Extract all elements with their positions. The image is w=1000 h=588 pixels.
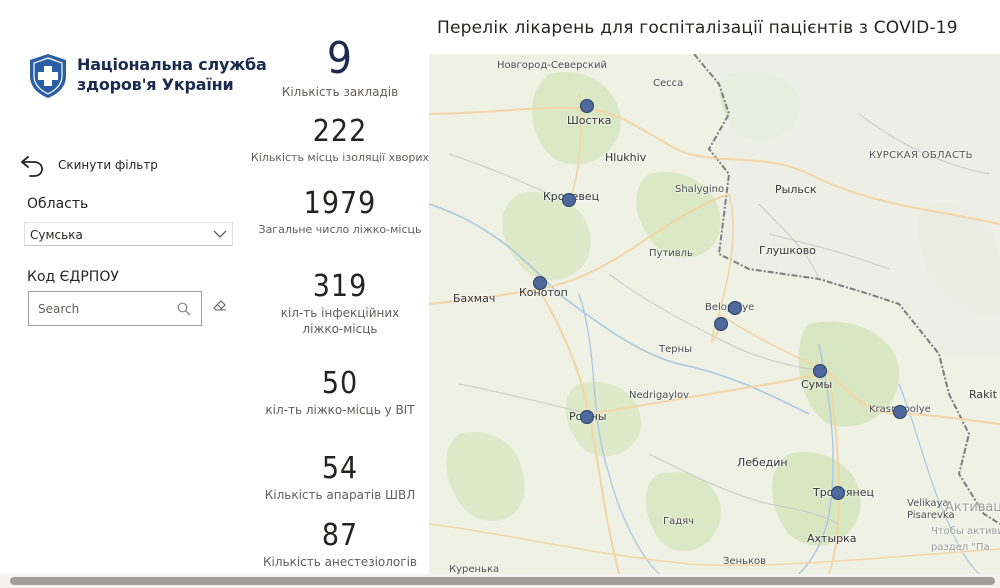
windows-activation-line-2: раздел "Па — [931, 542, 990, 553]
map-label: Путивль — [649, 248, 693, 259]
windows-activation-line-1: Чтобы активиро — [931, 526, 1000, 537]
hospital-marker-romny[interactable] — [580, 410, 594, 424]
reset-filter-label: Скинути фільтр — [58, 158, 158, 172]
kpi-icu-beds: 50 кіл-ть ліжко-місць у ВІТ — [250, 366, 430, 418]
kpi-value: 50 — [321, 366, 359, 401]
map-label: Куренька — [449, 564, 500, 574]
shield-cross-icon — [30, 54, 66, 98]
map-label: Shalygino — [675, 184, 725, 195]
kpi-value: 1979 — [303, 186, 377, 221]
kpi-anesthesiologists: 87 Кількість анестезіологів — [250, 518, 430, 570]
kpi-label-line-2: ліжко-місць — [302, 322, 378, 336]
kpi-label: Кількість анестезіологів — [263, 555, 417, 569]
map-label: Терны — [659, 344, 693, 355]
reset-filter-button[interactable]: Скинути фільтр — [18, 150, 158, 180]
logo-text: Національна служба здоров'я України — [77, 55, 267, 95]
hospital-marker-krolevets[interactable] — [562, 193, 576, 207]
logo-line-1: Національна служба — [77, 55, 267, 74]
scrollbar-thumb[interactable] — [10, 577, 995, 585]
hospital-marker-shostka[interactable] — [580, 99, 594, 113]
hospital-marker-krasnopolye[interactable] — [893, 405, 907, 419]
kpi-infectious-beds: 319 кіл-ть інфекційних ліжко-місць — [250, 269, 430, 337]
undo-arrow-icon — [21, 156, 43, 177]
hospitals-map[interactable]: Новгород-Северский Сесса Шостка Hlukhiv … — [429, 54, 1000, 574]
chevron-down-icon — [213, 230, 227, 238]
nszu-logo: Національна служба здоров'я України — [27, 52, 267, 102]
hospital-marker-belopolye-2[interactable] — [714, 317, 728, 331]
search-icon[interactable] — [177, 302, 191, 316]
kpi-value: 222 — [312, 114, 368, 149]
map-label: Глушково — [759, 244, 816, 257]
map-label: Hlukhiv — [605, 151, 647, 164]
kpi-ventilators: 54 Кількість апаратів ШВЛ — [250, 451, 430, 503]
region-dropdown[interactable]: Сумська — [24, 222, 233, 246]
hospital-marker-sumy[interactable] — [813, 364, 827, 378]
map-label: Бахмач — [453, 292, 496, 305]
edrpou-code-title: Код ЄДРПОУ — [27, 269, 119, 285]
kpi-value: 87 — [321, 518, 359, 553]
kpi-value: 319 — [312, 269, 368, 304]
horizontal-scrollbar[interactable] — [0, 574, 1000, 588]
map-title: Перелік лікарень для госпіталізації паці… — [437, 18, 958, 38]
map-label: Рыльск — [775, 183, 817, 196]
map-label: Зеньков — [723, 556, 767, 567]
edrpou-search-input[interactable] — [38, 301, 168, 317]
map-label: Лебедин — [737, 456, 788, 469]
logo-line-2: здоров'я України — [77, 75, 234, 94]
edrpou-search-box — [28, 291, 202, 326]
kpi-total-beds: 1979 Загальне число ліжко-місць — [250, 186, 430, 238]
hospital-marker-belopolye-1[interactable] — [728, 301, 742, 315]
map-label: Новгород-Северский — [497, 60, 607, 71]
map-label: Гадяч — [663, 516, 695, 527]
region-dropdown-value: Сумська — [30, 228, 83, 242]
kpi-isolation-places: 222 Кількість місць ізоляції хворих — [250, 114, 430, 166]
map-background — [429, 54, 1000, 574]
map-label: Шостка — [567, 114, 612, 127]
eraser-icon[interactable] — [212, 298, 228, 312]
map-label: Rakit — [969, 388, 997, 401]
region-slicer-title: Область — [27, 196, 89, 212]
map-label: Velikaya — [907, 498, 949, 509]
map-label: Nedrigaylov — [629, 390, 690, 401]
kpi-value: 54 — [321, 451, 359, 486]
kpi-label: Кількість апаратів ШВЛ — [264, 488, 416, 502]
hospital-marker-trostyanets[interactable] — [831, 486, 845, 500]
kpi-label: Кількість місць ізоляції хворих — [250, 151, 430, 164]
map-label: Сумы — [801, 378, 833, 391]
kpi-label: Кількість закладів — [281, 85, 399, 99]
kpi-label-line-1: кіл-ть інфекційних — [280, 306, 400, 320]
map-label: Ахтырка — [807, 532, 857, 545]
hospital-marker-konotop[interactable] — [533, 276, 547, 290]
kpi-value: 9 — [326, 33, 354, 84]
map-label: Сесса — [653, 78, 684, 89]
kpi-label: Загальне число ліжко-місць — [258, 223, 422, 236]
kpi-label: кіл-ть ліжко-місць у ВІТ — [265, 403, 415, 417]
map-label: КУРСКАЯ ОБЛАСТЬ — [869, 150, 973, 161]
kpi-facilities-count: 9 Кількість закладів — [250, 34, 430, 100]
windows-activation-title: Активац — [945, 500, 1000, 515]
